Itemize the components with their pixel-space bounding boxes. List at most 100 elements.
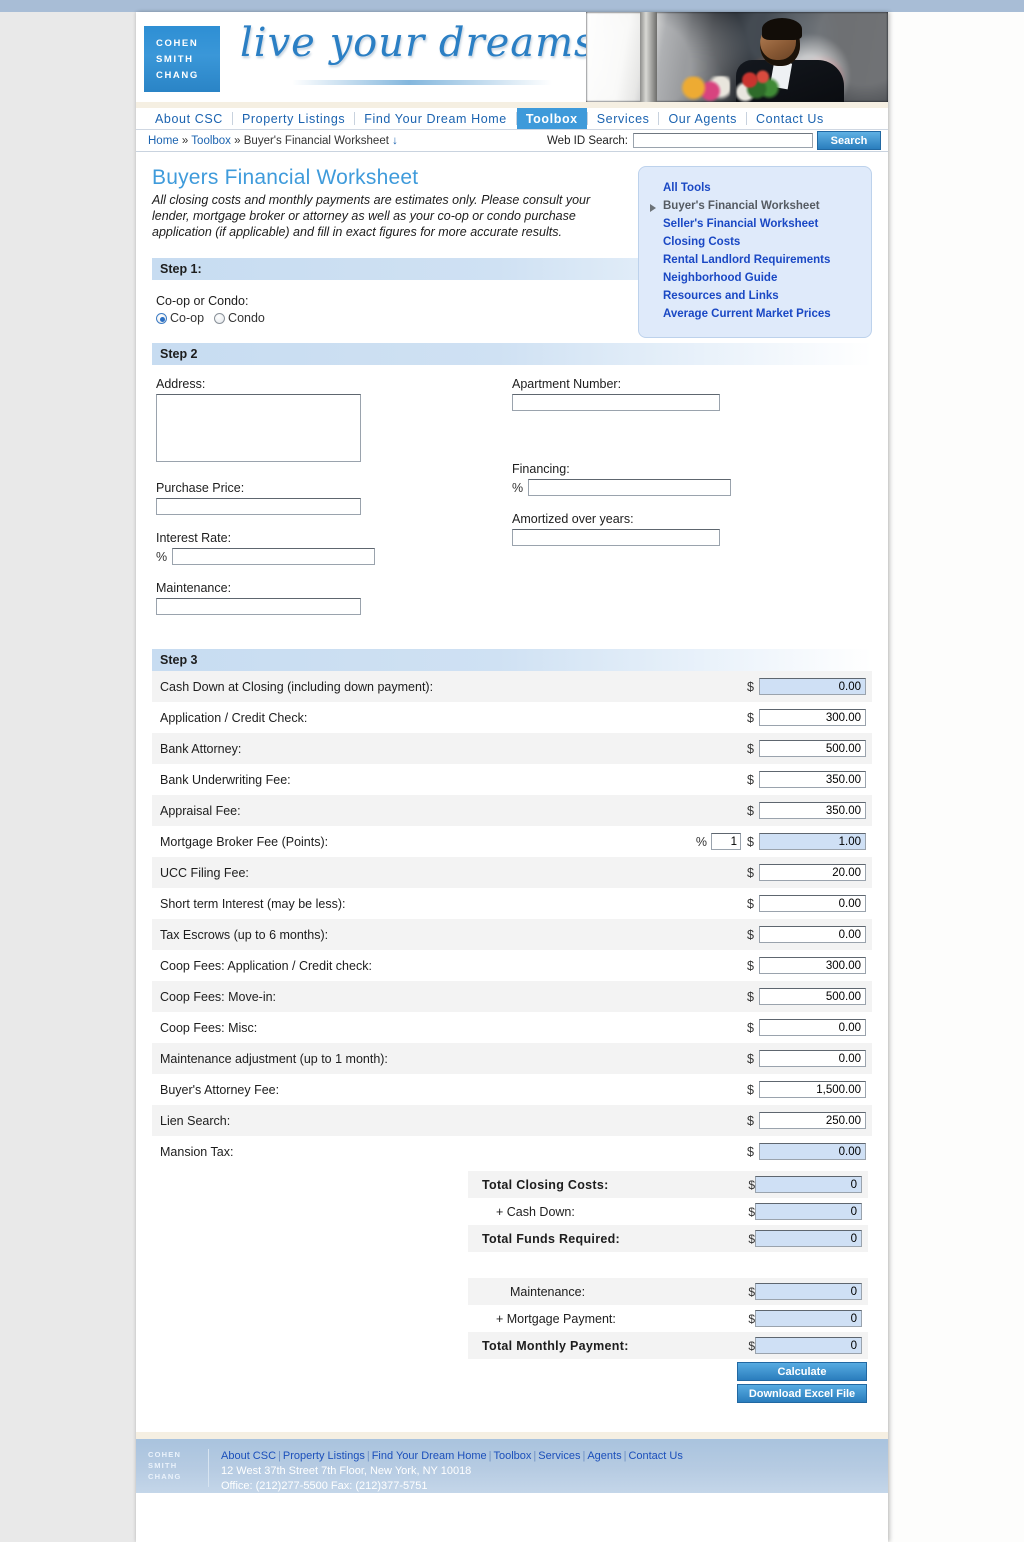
breadcrumb-home[interactable]: Home: [148, 135, 179, 147]
chevron-down-icon[interactable]: ↓: [392, 135, 398, 147]
percent-symbol: %: [156, 549, 168, 564]
row-amount-input[interactable]: [759, 740, 866, 757]
radio-option-condo[interactable]: Condo: [214, 311, 265, 325]
tool-label[interactable]: Resources and Links: [663, 290, 779, 302]
hero-photo-bouquet: [736, 64, 782, 102]
row-amount-input[interactable]: [759, 864, 866, 881]
nav-item-toolbox[interactable]: Toolbox: [516, 108, 587, 129]
tool-label[interactable]: Seller's Financial Worksheet: [663, 218, 818, 230]
tool-label[interactable]: Buyer's Financial Worksheet: [663, 200, 820, 212]
tool-link-neighborhood-guide[interactable]: Neighborhood Guide: [649, 269, 861, 287]
breadcrumb-current: Buyer's Financial Worksheet: [243, 134, 389, 147]
site-footer: COHEN SMITH CHANG About CSC | Property Lis…: [136, 1439, 888, 1493]
maintenance-input[interactable]: [156, 598, 361, 615]
brand-logo[interactable]: COHEN SMITH CHANG: [144, 26, 220, 92]
footer-link-separator: |: [488, 1450, 492, 1462]
nav-item-our-agents[interactable]: Our Agents: [659, 108, 746, 129]
action-button-stack: Calculate Download Excel File: [738, 1363, 866, 1402]
radio-coop-icon[interactable]: [156, 312, 167, 324]
row-amount-input[interactable]: [759, 1050, 866, 1067]
nav-item-services[interactable]: Services: [588, 108, 659, 129]
nav-item-property-listings[interactable]: Property Listings: [233, 108, 354, 129]
currency-symbol: $: [748, 1284, 755, 1299]
breadcrumb-bar: Home » Toolbox » Buyer's Financial Works…: [136, 130, 888, 152]
financing-input[interactable]: [528, 479, 732, 496]
field-maintenance: Maintenance:: [152, 581, 508, 615]
footer-link-separator: |: [278, 1450, 281, 1462]
total-row: Maintenance: $: [468, 1278, 868, 1305]
currency-symbol: $: [747, 927, 754, 942]
footer-link[interactable]: Services: [538, 1450, 580, 1462]
table-row: Tax Escrows (up to 6 months): $: [152, 919, 872, 950]
row-amount-input[interactable]: [759, 957, 866, 974]
calculate-button[interactable]: Calculate: [738, 1363, 866, 1380]
nav-item-contact-us[interactable]: Contact Us: [747, 108, 833, 129]
address-label: Address:: [156, 377, 206, 391]
tool-link-all-tools[interactable]: All Tools: [649, 179, 861, 197]
row-amount-input[interactable]: [759, 802, 866, 819]
nav-item-about-csc[interactable]: About CSC: [146, 108, 232, 129]
row-amount-input[interactable]: [759, 895, 866, 912]
amortized-input[interactable]: [512, 529, 720, 546]
footer-link[interactable]: Toolbox: [494, 1450, 532, 1462]
purchase-price-input[interactable]: [156, 498, 361, 515]
breadcrumb-toolbox[interactable]: Toolbox: [191, 135, 231, 147]
row-amount-input[interactable]: [759, 1081, 866, 1098]
currency-symbol: $: [747, 896, 754, 911]
apartment-number-input[interactable]: [512, 394, 720, 411]
currency-symbol: $: [747, 772, 754, 787]
footer-link[interactable]: Agents: [587, 1450, 621, 1462]
row-amount-input[interactable]: [759, 1019, 866, 1036]
row-label: Cash Down at Closing (including down pay…: [160, 679, 434, 694]
tool-link-resources-and-links[interactable]: Resources and Links: [649, 287, 861, 305]
purchase-price-label: Purchase Price:: [156, 481, 245, 495]
table-row: Mortgage Broker Fee (Points):% $: [152, 826, 872, 857]
page-intro-text: All closing costs and monthly payments a…: [152, 193, 591, 239]
table-row: Appraisal Fee: $: [152, 795, 872, 826]
step-2-right-column: Apartment Number: Financing: % Amortized…: [508, 377, 864, 631]
row-label: Buyer's Attorney Fee:: [160, 1082, 280, 1097]
row-amount-input[interactable]: [759, 926, 866, 943]
nav-item-find-your-dream-home[interactable]: Find Your Dream Home: [355, 108, 516, 129]
total-label: Maintenance:: [510, 1284, 586, 1299]
tool-link-buyers-financial-worksheet[interactable]: Buyer's Financial Worksheet: [649, 197, 861, 215]
currency-symbol: $: [747, 803, 754, 818]
total-label: Total Closing Costs:: [482, 1177, 609, 1192]
radio-option-coop[interactable]: Co-op: [156, 311, 204, 325]
tool-label[interactable]: Rental Landlord Requirements: [663, 254, 830, 266]
footer-link[interactable]: Find Your Dream Home: [372, 1450, 487, 1462]
currency-symbol: $: [747, 710, 754, 725]
tool-link-rental-landlord-requirements[interactable]: Rental Landlord Requirements: [649, 251, 861, 269]
row-amount-input[interactable]: [759, 1112, 866, 1129]
row-percent-input[interactable]: [711, 833, 742, 850]
tool-link-closing-costs[interactable]: Closing Costs: [649, 233, 861, 251]
tool-label[interactable]: Closing Costs: [663, 236, 740, 248]
row-label: Bank Attorney:: [160, 741, 242, 756]
footer-link[interactable]: Property Listings: [283, 1450, 365, 1462]
currency-symbol: $: [748, 1231, 755, 1246]
tool-link-average-current-market-prices[interactable]: Average Current Market Prices: [649, 305, 861, 323]
tool-label[interactable]: All Tools: [663, 182, 711, 194]
row-amount-input[interactable]: [759, 988, 866, 1005]
row-amount-input: [759, 833, 866, 850]
currency-symbol: $: [747, 1144, 754, 1159]
search-input[interactable]: [633, 133, 813, 148]
footer-link[interactable]: Contact Us: [628, 1450, 682, 1462]
row-amount-input[interactable]: [759, 771, 866, 788]
row-amount-input: [759, 1143, 866, 1160]
hero-photo: [586, 12, 888, 102]
address-input[interactable]: [156, 394, 361, 462]
tool-link-sellers-financial-worksheet[interactable]: Seller's Financial Worksheet: [649, 215, 861, 233]
interest-rate-input[interactable]: [172, 548, 376, 565]
tool-label[interactable]: Neighborhood Guide: [663, 272, 777, 284]
download-excel-button[interactable]: Download Excel File: [738, 1385, 866, 1402]
currency-symbol: $: [747, 958, 754, 973]
radio-condo-icon[interactable]: [214, 312, 226, 324]
search-button[interactable]: Search: [818, 132, 880, 149]
currency-symbol: $: [748, 1338, 755, 1353]
footer-address: 12 West 37th Street 7th Floor, New York,…: [221, 1465, 472, 1477]
tool-label[interactable]: Average Current Market Prices: [663, 308, 831, 320]
table-row: UCC Filing Fee: $: [152, 857, 872, 888]
footer-link[interactable]: About CSC: [221, 1450, 276, 1462]
row-amount-input[interactable]: [759, 709, 866, 726]
